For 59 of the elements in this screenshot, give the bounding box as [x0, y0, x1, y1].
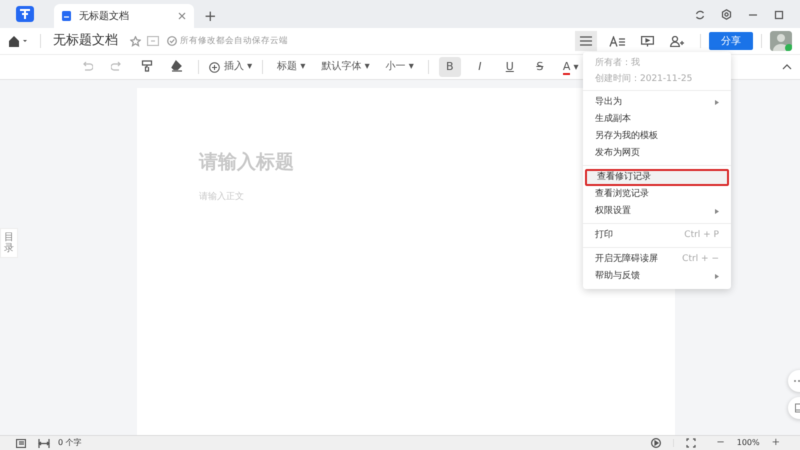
menu-item[interactable]: 生成副本: [585, 111, 729, 128]
submenu-arrow-icon: [715, 209, 719, 214]
underline-button[interactable]: U: [498, 57, 521, 77]
menu-item[interactable]: 帮助与反馈: [585, 268, 729, 285]
play-icon[interactable]: [651, 438, 662, 448]
zoom-in-button[interactable]: +: [768, 433, 784, 450]
menu-info: 所有者：我: [594, 56, 641, 70]
add-person-icon[interactable]: [670, 36, 684, 46]
menu-item[interactable]: 导出为: [585, 94, 729, 111]
text-style-icon[interactable]: [609, 36, 625, 46]
word-count: 0 个字: [58, 437, 82, 449]
zoom-out-button[interactable]: −: [712, 433, 729, 450]
new-tab-button[interactable]: +: [200, 6, 221, 26]
saved-check-icon: [167, 36, 177, 46]
menu-button[interactable]: [575, 31, 597, 51]
menu-item[interactable]: 查看修订记录: [585, 169, 729, 186]
submenu-arrow-icon: [715, 274, 719, 279]
menu-info: 创建时间：2021-11-25: [594, 72, 694, 86]
toolbar-dropdown[interactable]: 默认字体 ▾: [317, 57, 374, 77]
toolbar-dropdown[interactable]: 小一 ▾: [382, 57, 418, 77]
redo-icon: [111, 60, 123, 72]
presentation-icon[interactable]: [641, 36, 654, 46]
settings-icon[interactable]: [721, 9, 732, 20]
insert-button[interactable]: 插入 ▾: [205, 57, 256, 77]
home-icon[interactable]: [8, 35, 28, 47]
undo-icon: [81, 60, 93, 72]
plus-circle-icon: [209, 62, 220, 72]
document-title: 无标题文档: [53, 32, 118, 50]
tab-title: 无标题文档: [79, 10, 130, 24]
outline-tab[interactable]: 目录: [0, 228, 18, 258]
menu-item[interactable]: 发布为网页: [585, 145, 729, 162]
fullscreen-icon[interactable]: [686, 438, 696, 448]
strike-button[interactable]: S: [528, 57, 551, 77]
toolbar-dropdown[interactable]: 标题 ▾: [273, 57, 310, 77]
document-icon: [62, 11, 71, 21]
eraser-icon: [171, 60, 183, 72]
menu-item[interactable]: 查看浏览记录: [585, 186, 729, 203]
app-logo-icon: [16, 6, 34, 22]
page-width-icon[interactable]: [38, 438, 50, 448]
sync-icon[interactable]: [695, 10, 705, 20]
save-status: 所有修改都会自动保存云端: [180, 34, 288, 48]
format-painter-icon: [141, 60, 153, 72]
font-color-button[interactable]: A ▾: [558, 56, 583, 78]
close-icon[interactable]: [178, 12, 186, 20]
maximize-icon[interactable]: [774, 10, 784, 20]
menu-item[interactable]: 开启无障碍读屏 Ctrl + −: [585, 251, 729, 268]
menu-item[interactable]: 另存为我的模板: [585, 128, 729, 145]
bold-button[interactable]: B: [438, 57, 461, 77]
star-icon[interactable]: [130, 36, 141, 46]
menu-item[interactable]: 权限设置: [585, 203, 729, 220]
outline-view-icon[interactable]: [16, 438, 26, 448]
submenu-arrow-icon: [715, 100, 719, 105]
zoom-level: 100%: [736, 437, 760, 449]
document-tab[interactable]: 无标题文档: [54, 4, 194, 28]
menu-item[interactable]: 打印 Ctrl + P: [585, 227, 729, 244]
menu-icon: [580, 36, 592, 46]
share-button[interactable]: 分享: [709, 32, 753, 50]
italic-button[interactable]: I: [468, 57, 491, 77]
collapse-icon[interactable]: [782, 64, 792, 70]
